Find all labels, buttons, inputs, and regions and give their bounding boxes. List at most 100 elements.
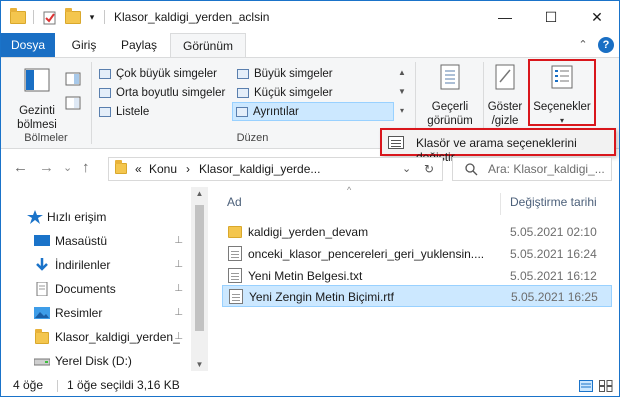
- address-history-icon[interactable]: ⌄: [402, 162, 411, 175]
- status-bar: 4 öğe 1 öğe seçildi 3,16 KB: [1, 375, 619, 396]
- file-date: 5.05.2021 16:24: [510, 247, 597, 261]
- breadcrumb-separator[interactable]: ›: [186, 162, 190, 176]
- nav-item-label: Hızlı erişim: [47, 210, 107, 224]
- search-placeholder: Ara: Klasor_kaldigi_...: [488, 162, 605, 176]
- folder-icon: [228, 226, 242, 238]
- details-view-icon[interactable]: [579, 380, 593, 392]
- breadcrumb-current[interactable]: Klasor_kaldigi_yerde...: [199, 162, 320, 176]
- help-icon[interactable]: ?: [598, 37, 614, 53]
- layout-option-label: Büyük simgeler: [254, 68, 333, 80]
- search-box[interactable]: Ara: Klasor_kaldigi_...: [452, 157, 612, 181]
- pin-icon: ⊥: [174, 283, 183, 294]
- up-button[interactable]: ↑: [82, 159, 90, 176]
- pictures-icon: [34, 307, 50, 319]
- breadcrumb-konu[interactable]: Konu: [149, 162, 177, 176]
- nav-item-documents[interactable]: Documents ⊥: [1, 277, 191, 301]
- navigation-pane: Hızlı erişim Masaüstü ⊥ İndirilenler ⊥ D…: [1, 191, 191, 371]
- scroll-up-icon[interactable]: ▲: [191, 189, 208, 198]
- tab-share[interactable]: Paylaş: [111, 33, 167, 57]
- window-folder-icon[interactable]: [9, 7, 27, 26]
- nav-item-local-disk[interactable]: Yerel Disk (D:): [1, 349, 191, 373]
- download-icon: [36, 258, 48, 271]
- file-row[interactable]: kaldigi_yerden_devam 5.05.2021 02:10: [222, 221, 612, 243]
- file-row-selected[interactable]: Yeni Zengin Metin Biçimi.rtf 5.05.2021 1…: [222, 285, 612, 307]
- collapse-ribbon-icon[interactable]: ⌃: [574, 33, 592, 57]
- layout-small-icons[interactable]: Küçük simgeler: [234, 84, 392, 103]
- nav-item-pictures[interactable]: Resimler ⊥: [1, 301, 191, 325]
- column-header-date[interactable]: Değiştirme tarihi: [510, 195, 597, 209]
- nav-item-label: Resimler: [55, 306, 103, 320]
- column-header-name[interactable]: Ad: [227, 195, 242, 209]
- file-date: 5.05.2021 02:10: [510, 225, 597, 239]
- file-icon: [228, 268, 242, 283]
- folder-icon: [35, 329, 51, 344]
- nav-item-label: Yerel Disk (D:): [55, 354, 132, 368]
- tab-view[interactable]: Görünüm: [170, 33, 246, 58]
- file-icon: [228, 246, 242, 261]
- details-pane-icon[interactable]: [65, 96, 83, 112]
- file-name: Yeni Metin Belgesi.txt: [248, 269, 363, 283]
- file-row[interactable]: Yeni Metin Belgesi.txt 5.05.2021 16:12: [222, 265, 612, 287]
- layout-medium-icons[interactable]: Orta boyutlu simgeler: [96, 84, 232, 103]
- sort-indicator-icon: ^: [347, 185, 352, 195]
- folder-options-icon: [388, 136, 404, 149]
- file-name: kaldigi_yerden_devam: [248, 225, 369, 239]
- nav-pane-scrollbar[interactable]: ▲ ▼: [191, 187, 208, 371]
- nav-item-current-folder[interactable]: Klasor_kaldigi_yerden_ ⊥: [1, 325, 191, 349]
- back-button[interactable]: ←: [13, 159, 28, 176]
- layout-group-label: Düzen: [236, 132, 269, 144]
- tab-file[interactable]: Dosya: [1, 33, 55, 57]
- navigation-pane-button[interactable]: Gezinti bölmesi: [9, 66, 65, 132]
- nav-item-downloads[interactable]: İndirilenler ⊥: [1, 253, 191, 277]
- nav-item-quick-access[interactable]: Hızlı erişim: [1, 205, 191, 229]
- ribbon-tabs: Dosya Giriş Paylaş Görünüm ⌃ ?: [1, 33, 619, 58]
- window-title: Klasor_kaldigi_yerden_aclsin: [114, 10, 270, 24]
- large-icons-view-icon[interactable]: [599, 380, 613, 392]
- scroll-thumb[interactable]: [195, 205, 204, 331]
- pin-icon: ⊥: [174, 235, 183, 246]
- forward-button[interactable]: →: [39, 159, 54, 176]
- close-button[interactable]: ✕: [574, 1, 619, 33]
- new-folder-icon[interactable]: [64, 7, 82, 26]
- refresh-icon[interactable]: ↻: [424, 162, 434, 176]
- breadcrumb-overflow[interactable]: «: [135, 162, 142, 176]
- minimize-button[interactable]: —: [482, 1, 528, 33]
- file-row[interactable]: onceki_klasor_pencereleri_geri_yuklensin…: [222, 243, 612, 265]
- layout-gallery: Çok büyük simgeler Büyük simgeler Orta b…: [94, 63, 395, 123]
- tab-home[interactable]: Giriş: [61, 33, 107, 57]
- file-list: ^ Ad Değiştirme tarihi kaldigi_yerden_de…: [216, 185, 619, 371]
- pin-icon: ⊥: [174, 331, 183, 342]
- show-hide-icon: [495, 64, 515, 90]
- star-icon: [27, 210, 43, 224]
- layout-option-label: Küçük simgeler: [254, 87, 333, 99]
- desktop-icon: [34, 235, 50, 246]
- layout-list[interactable]: Listele: [96, 103, 232, 122]
- search-icon: [465, 163, 478, 176]
- recent-locations-button[interactable]: ⌄: [63, 161, 72, 174]
- customize-toolbar-icon[interactable]: ▾: [86, 8, 98, 26]
- layout-scroll[interactable]: ▲ ▼ ▾: [396, 63, 408, 123]
- options-highlight: [528, 59, 596, 126]
- layout-details[interactable]: Ayrıntılar: [232, 102, 394, 121]
- scroll-down-icon[interactable]: ▼: [191, 360, 208, 369]
- properties-icon[interactable]: [41, 8, 59, 26]
- nav-item-label: Documents: [55, 282, 116, 296]
- layout-option-label: Çok büyük simgeler: [116, 68, 217, 80]
- nav-item-label: Masaüstü: [55, 234, 108, 248]
- preview-pane-icon[interactable]: [65, 72, 83, 88]
- drive-icon: [34, 358, 50, 366]
- layout-option-label: Orta boyutlu simgeler: [116, 87, 226, 99]
- divider: [91, 62, 92, 144]
- nav-pane-label-2: bölmesi: [17, 119, 57, 131]
- layout-extra-large-icons[interactable]: Çok büyük simgeler: [96, 65, 232, 84]
- show-hide-label-1: Göster: [487, 101, 523, 113]
- maximize-button[interactable]: ☐: [528, 1, 574, 33]
- nav-item-desktop[interactable]: Masaüstü ⊥: [1, 229, 191, 253]
- address-row: ← → ⌄ ↑ « Konu › Klasor_kaldigi_yerde...…: [1, 151, 619, 187]
- document-icon: [36, 282, 48, 296]
- layout-large-icons[interactable]: Büyük simgeler: [234, 65, 392, 84]
- address-bar[interactable]: « Konu › Klasor_kaldigi_yerde... ⌄ ↻: [108, 157, 443, 181]
- file-name: onceki_klasor_pencereleri_geri_yuklensin…: [248, 247, 485, 261]
- divider: [57, 380, 58, 392]
- panes-group-label: Bölmeler: [24, 132, 68, 144]
